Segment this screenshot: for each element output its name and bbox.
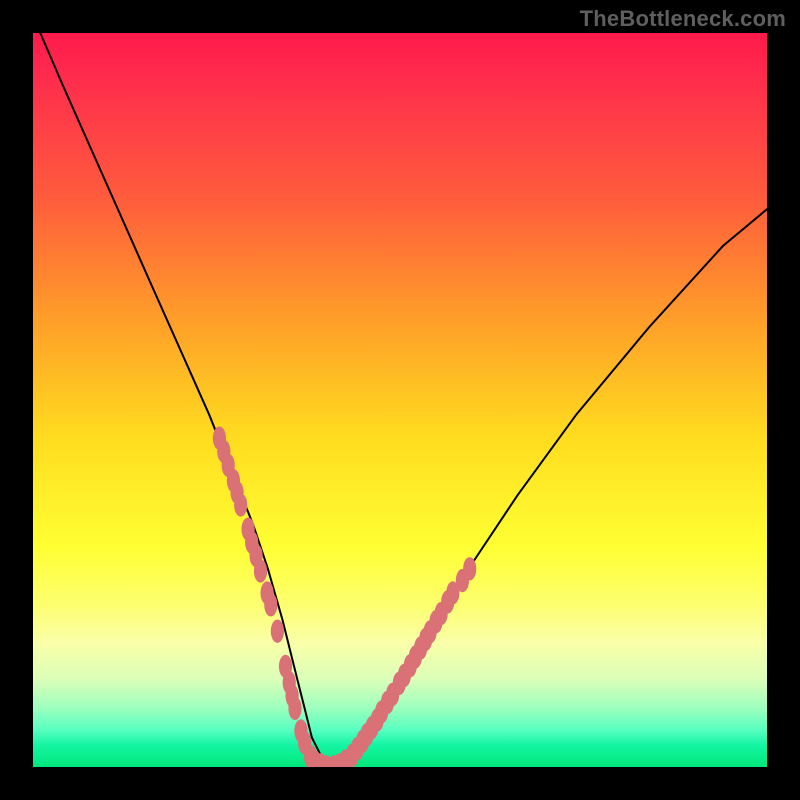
sample-dots <box>213 427 477 768</box>
plot-area <box>33 33 767 767</box>
chart-overlay <box>33 33 767 767</box>
sample-dot <box>271 620 284 643</box>
bottleneck-curve <box>40 33 767 767</box>
sample-dot <box>254 559 267 582</box>
sample-dot <box>234 493 247 516</box>
sample-dot <box>264 593 277 616</box>
chart-frame: TheBottleneck.com <box>0 0 800 800</box>
watermark-text: TheBottleneck.com <box>580 6 786 32</box>
sample-dot <box>288 697 301 720</box>
sample-dot <box>463 557 476 580</box>
